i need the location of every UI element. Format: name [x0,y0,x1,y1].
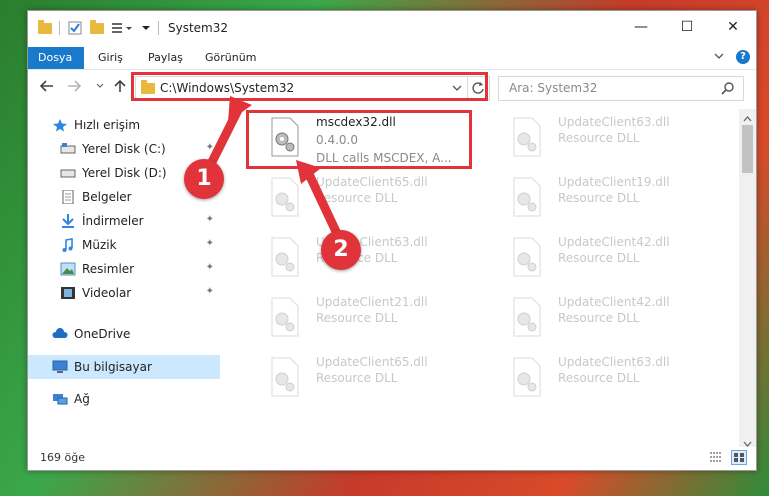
step-1-badge: 1 [184,159,224,199]
step-2-badge: 2 [321,230,361,270]
annotation-arrows [203,96,345,245]
